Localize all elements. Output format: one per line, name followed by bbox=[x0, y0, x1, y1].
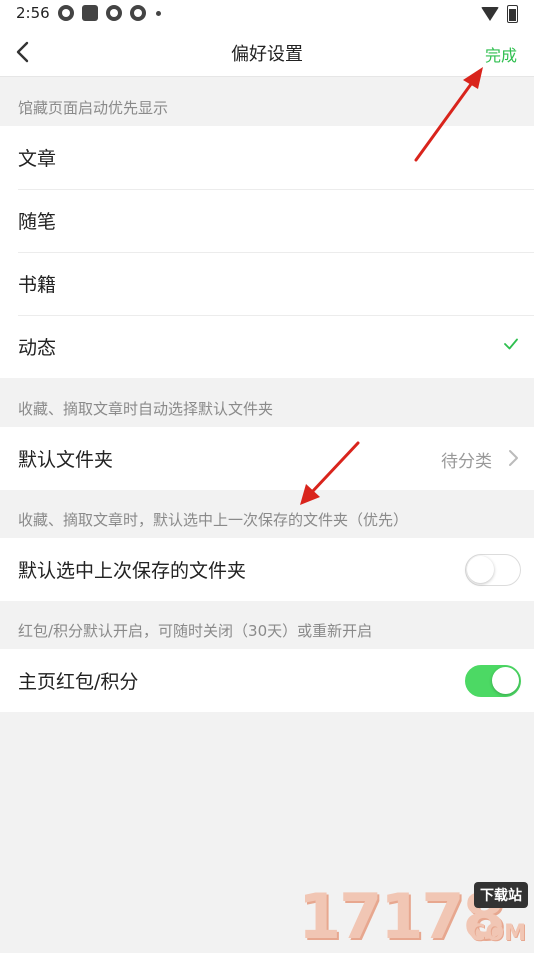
option-label: 随笔 bbox=[18, 211, 57, 233]
notification-app-icon bbox=[130, 5, 146, 21]
notification-app-icon bbox=[58, 5, 74, 21]
last-folder-label: 默认选中上次保存的文件夹 bbox=[18, 560, 247, 582]
done-button[interactable]: 完成 bbox=[485, 42, 517, 66]
system-icons bbox=[481, 5, 518, 23]
more-notifications-dot-icon bbox=[156, 10, 161, 16]
option-label: 文章 bbox=[18, 148, 57, 170]
redpacket-group: 主页红包/积分 bbox=[0, 649, 534, 712]
redpacket-toggle[interactable] bbox=[465, 665, 521, 697]
status-time: 2:56 bbox=[16, 4, 50, 22]
section-header-default-folder: 收藏、摘取文章时自动选择默认文件夹 bbox=[18, 400, 274, 418]
redpacket-row: 主页红包/积分 bbox=[0, 649, 534, 712]
default-folder-value: 待分类 bbox=[441, 452, 492, 472]
option-row-article[interactable]: 文章 bbox=[0, 126, 534, 189]
option-row-essay[interactable]: 随笔 bbox=[0, 189, 534, 252]
option-row-books[interactable]: 书籍 bbox=[0, 252, 534, 315]
section-header-redpacket: 红包/积分默认开启，可随时关闭（30天）或重新开启 bbox=[18, 622, 373, 640]
toggle-knob bbox=[467, 556, 494, 583]
last-folder-toggle[interactable] bbox=[465, 554, 521, 586]
checkmark-icon bbox=[504, 338, 518, 350]
notification-square-icon bbox=[82, 5, 98, 21]
watermark-tag: 下载站 bbox=[474, 882, 528, 908]
watermark-suffix: COM bbox=[469, 921, 526, 946]
last-folder-row: 默认选中上次保存的文件夹 bbox=[0, 538, 534, 601]
toggle-knob bbox=[492, 667, 519, 694]
option-label: 动态 bbox=[18, 337, 57, 359]
default-folder-row[interactable]: 默认文件夹 待分类 bbox=[0, 427, 534, 490]
watermark-logo: 17178 下载站 COM bbox=[298, 882, 528, 948]
page-title: 偏好设置 bbox=[231, 44, 303, 65]
startup-options-list: 文章 随笔 书籍 动态 bbox=[0, 126, 534, 378]
notification-app-icon bbox=[106, 5, 122, 21]
default-folder-label: 默认文件夹 bbox=[18, 449, 114, 471]
option-label: 书籍 bbox=[18, 274, 57, 296]
battery-icon bbox=[507, 5, 518, 23]
notification-icons bbox=[58, 5, 161, 21]
section-header-startup: 馆藏页面启动优先显示 bbox=[18, 99, 169, 117]
section-header-last-folder: 收藏、摘取文章时，默认选中上一次保存的文件夹（优先） bbox=[18, 511, 409, 529]
wifi-icon bbox=[481, 7, 499, 21]
nav-bar: 偏好设置 完成 bbox=[0, 28, 534, 77]
option-row-activity[interactable]: 动态 bbox=[0, 315, 534, 378]
last-folder-group: 默认选中上次保存的文件夹 bbox=[0, 538, 534, 601]
redpacket-label: 主页红包/积分 bbox=[18, 671, 139, 693]
default-folder-group: 默认文件夹 待分类 bbox=[0, 427, 534, 490]
chevron-right-icon bbox=[509, 450, 518, 466]
status-bar: 2:56 bbox=[0, 0, 534, 28]
